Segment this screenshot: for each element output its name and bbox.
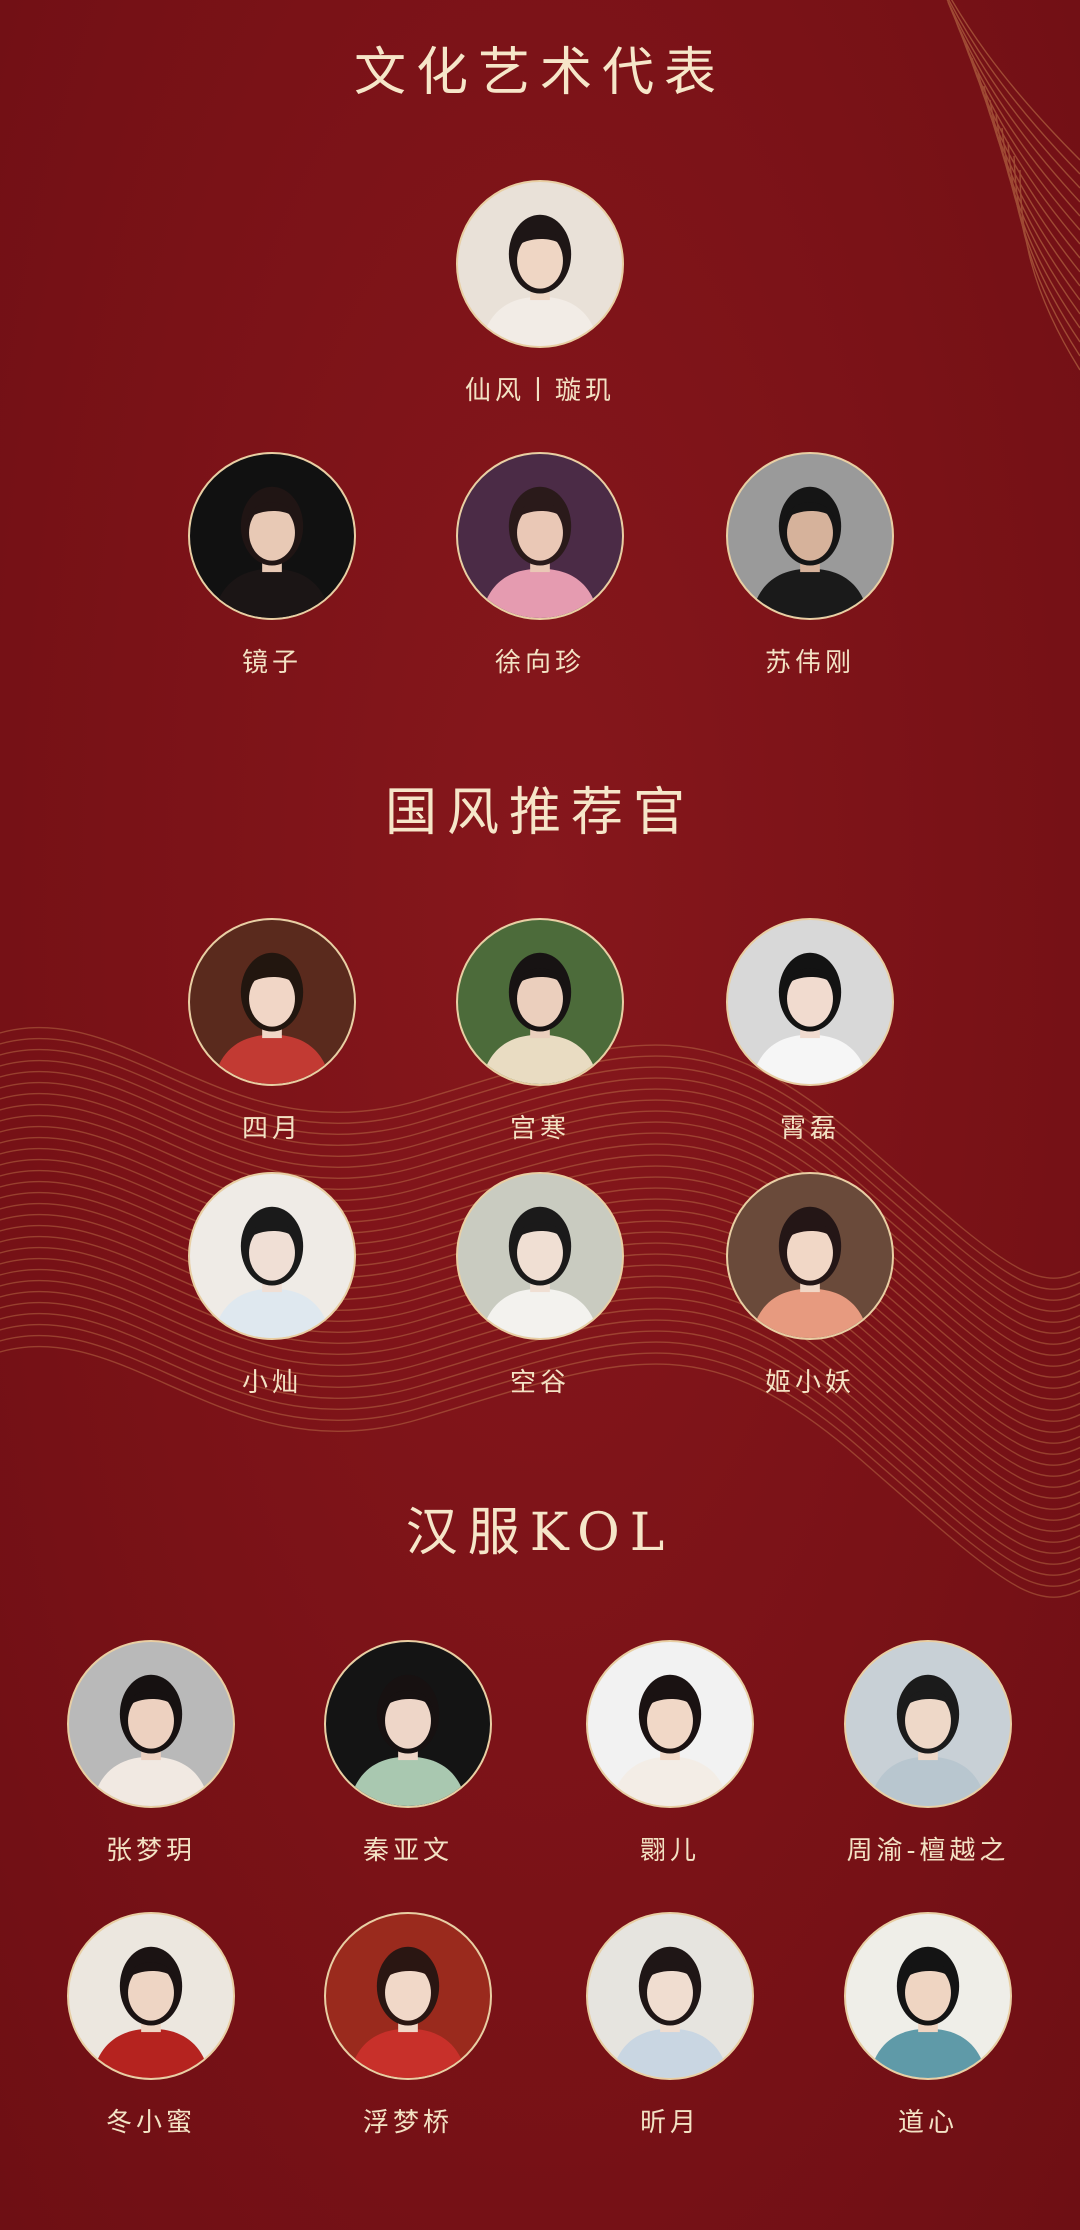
avatar[interactable] bbox=[844, 1640, 1012, 1808]
avatar[interactable] bbox=[844, 1912, 1012, 2080]
person-name: 冬小蜜 bbox=[105, 2108, 196, 2138]
person-name: 小灿 bbox=[241, 1368, 302, 1398]
person-card[interactable]: 浮梦桥 bbox=[298, 1912, 518, 2139]
person-name: 霄磊 bbox=[779, 1114, 840, 1144]
avatar[interactable] bbox=[586, 1912, 754, 2080]
person-card[interactable]: 宫寒 bbox=[430, 918, 650, 1145]
section-title-hanfu-kol: 汉服KOL bbox=[405, 1503, 675, 1563]
portrait-illustration bbox=[326, 1642, 490, 1806]
person-card[interactable]: 苏伟刚 bbox=[700, 452, 920, 679]
portrait-illustration bbox=[69, 1914, 233, 2078]
person-card[interactable]: 道心 bbox=[818, 1912, 1038, 2139]
avatar[interactable] bbox=[726, 918, 894, 1086]
person-name: 徐向珍 bbox=[494, 648, 585, 678]
portrait-illustration bbox=[69, 1642, 233, 1806]
portrait-illustration bbox=[190, 454, 354, 618]
avatar[interactable] bbox=[188, 1172, 356, 1340]
person-name: 四月 bbox=[241, 1114, 302, 1144]
avatar[interactable] bbox=[67, 1912, 235, 2080]
person-card[interactable]: 空谷 bbox=[430, 1172, 650, 1399]
person-name: 姬小妖 bbox=[764, 1368, 855, 1398]
person-name: 翾儿 bbox=[639, 1836, 700, 1866]
person-card[interactable]: 姬小妖 bbox=[700, 1172, 920, 1399]
person-card[interactable]: 仙风丨璇玑 bbox=[430, 180, 650, 407]
person-card[interactable]: 霄磊 bbox=[700, 918, 920, 1145]
person-card[interactable]: 小灿 bbox=[162, 1172, 382, 1399]
avatar[interactable] bbox=[456, 918, 624, 1086]
section-title-guofeng: 国风推荐官 bbox=[384, 783, 695, 843]
portrait-illustration bbox=[588, 1914, 752, 2078]
avatar[interactable] bbox=[188, 452, 356, 620]
person-name: 镜子 bbox=[241, 648, 302, 678]
portrait-illustration bbox=[846, 1914, 1010, 2078]
portrait-illustration bbox=[458, 454, 622, 618]
avatar[interactable] bbox=[188, 918, 356, 1086]
person-card[interactable]: 张梦玥 bbox=[41, 1640, 261, 1867]
avatar[interactable] bbox=[456, 1172, 624, 1340]
avatar[interactable] bbox=[324, 1640, 492, 1808]
portrait-illustration bbox=[458, 920, 622, 1084]
portrait-illustration bbox=[728, 454, 892, 618]
portrait-illustration bbox=[458, 1174, 622, 1338]
avatar[interactable] bbox=[726, 1172, 894, 1340]
person-name: 空谷 bbox=[509, 1368, 570, 1398]
person-card[interactable]: 秦亚文 bbox=[298, 1640, 518, 1867]
avatar[interactable] bbox=[324, 1912, 492, 2080]
avatar[interactable] bbox=[726, 452, 894, 620]
person-card[interactable]: 昕月 bbox=[560, 1912, 780, 2139]
person-card[interactable]: 镜子 bbox=[162, 452, 382, 679]
portrait-illustration bbox=[458, 182, 622, 346]
person-card[interactable]: 冬小蜜 bbox=[41, 1912, 261, 2139]
person-card[interactable]: 周渝-檀越之 bbox=[818, 1640, 1038, 1867]
person-card[interactable]: 四月 bbox=[162, 918, 382, 1145]
person-name: 苏伟刚 bbox=[764, 648, 855, 678]
person-name: 道心 bbox=[897, 2108, 958, 2138]
person-name: 宫寒 bbox=[509, 1114, 570, 1144]
portrait-illustration bbox=[190, 1174, 354, 1338]
person-name: 周渝-檀越之 bbox=[846, 1836, 1010, 1866]
avatar[interactable] bbox=[67, 1640, 235, 1808]
person-name: 浮梦桥 bbox=[362, 2108, 453, 2138]
person-name: 张梦玥 bbox=[105, 1836, 196, 1866]
portrait-illustration bbox=[588, 1642, 752, 1806]
person-name: 昕月 bbox=[639, 2108, 700, 2138]
poster: 文化艺术代表 仙风丨璇玑 镜子 徐向珍 苏伟刚 国风推荐官 四月 宫寒 霄磊 小… bbox=[0, 0, 1080, 2230]
person-name: 秦亚文 bbox=[362, 1836, 453, 1866]
avatar[interactable] bbox=[456, 452, 624, 620]
person-card[interactable]: 徐向珍 bbox=[430, 452, 650, 679]
person-card[interactable]: 翾儿 bbox=[560, 1640, 780, 1867]
portrait-illustration bbox=[190, 920, 354, 1084]
section-title-culture-art: 文化艺术代表 bbox=[353, 43, 726, 103]
portrait-illustration bbox=[728, 1174, 892, 1338]
avatar[interactable] bbox=[586, 1640, 754, 1808]
portrait-illustration bbox=[728, 920, 892, 1084]
portrait-illustration bbox=[326, 1914, 490, 2078]
avatar[interactable] bbox=[456, 180, 624, 348]
portrait-illustration bbox=[846, 1642, 1010, 1806]
person-name: 仙风丨璇玑 bbox=[464, 376, 615, 406]
